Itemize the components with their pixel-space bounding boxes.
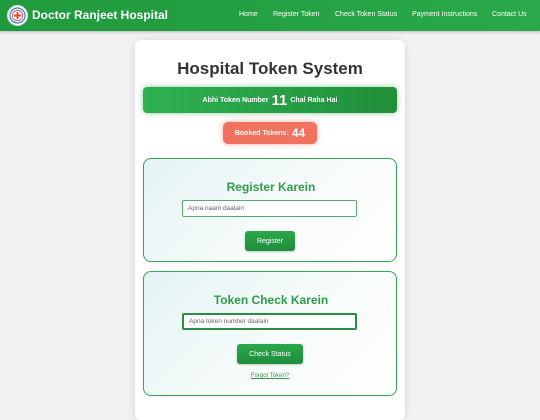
- register-title: Register Karein: [226, 180, 316, 194]
- nav-check-token-status[interactable]: Check Token Status: [335, 11, 397, 18]
- current-token-prefix: Abhi Token Number: [202, 96, 269, 104]
- top-navbar: Doctor Ranjeet Hospital Home Register To…: [0, 0, 540, 31]
- register-button[interactable]: Register: [245, 231, 295, 251]
- brand-name[interactable]: Doctor Ranjeet Hospital: [32, 8, 168, 22]
- check-status-button[interactable]: Check Status: [237, 344, 303, 364]
- page-title: Hospital Token System: [177, 59, 363, 78]
- booked-tokens-count: 44: [291, 126, 306, 140]
- nav-register-token[interactable]: Register Token: [273, 11, 320, 18]
- token-number-input[interactable]: Apna token number daalain: [182, 313, 357, 330]
- current-token-banner: Abhi Token Number 11 Chal Raha Hai: [143, 87, 397, 113]
- current-token-number: 11: [271, 91, 288, 109]
- name-input[interactable]: Apna naam daalain: [182, 200, 357, 217]
- check-title: Token Check Karein: [213, 293, 329, 307]
- nav-contact-us[interactable]: Contact Us: [492, 11, 527, 18]
- nav-payment-instructions[interactable]: Payment Instructions: [412, 11, 477, 18]
- booked-tokens-label: Booked Tokens:: [234, 129, 289, 137]
- nav-home[interactable]: Home: [239, 11, 258, 18]
- booked-tokens-badge: Booked Tokens: 44: [223, 122, 317, 144]
- forgot-token-link[interactable]: Forgot Token?: [0, 373, 540, 379]
- current-token-suffix: Chal Raha Hai: [290, 96, 338, 104]
- hospital-logo-icon: [7, 5, 28, 26]
